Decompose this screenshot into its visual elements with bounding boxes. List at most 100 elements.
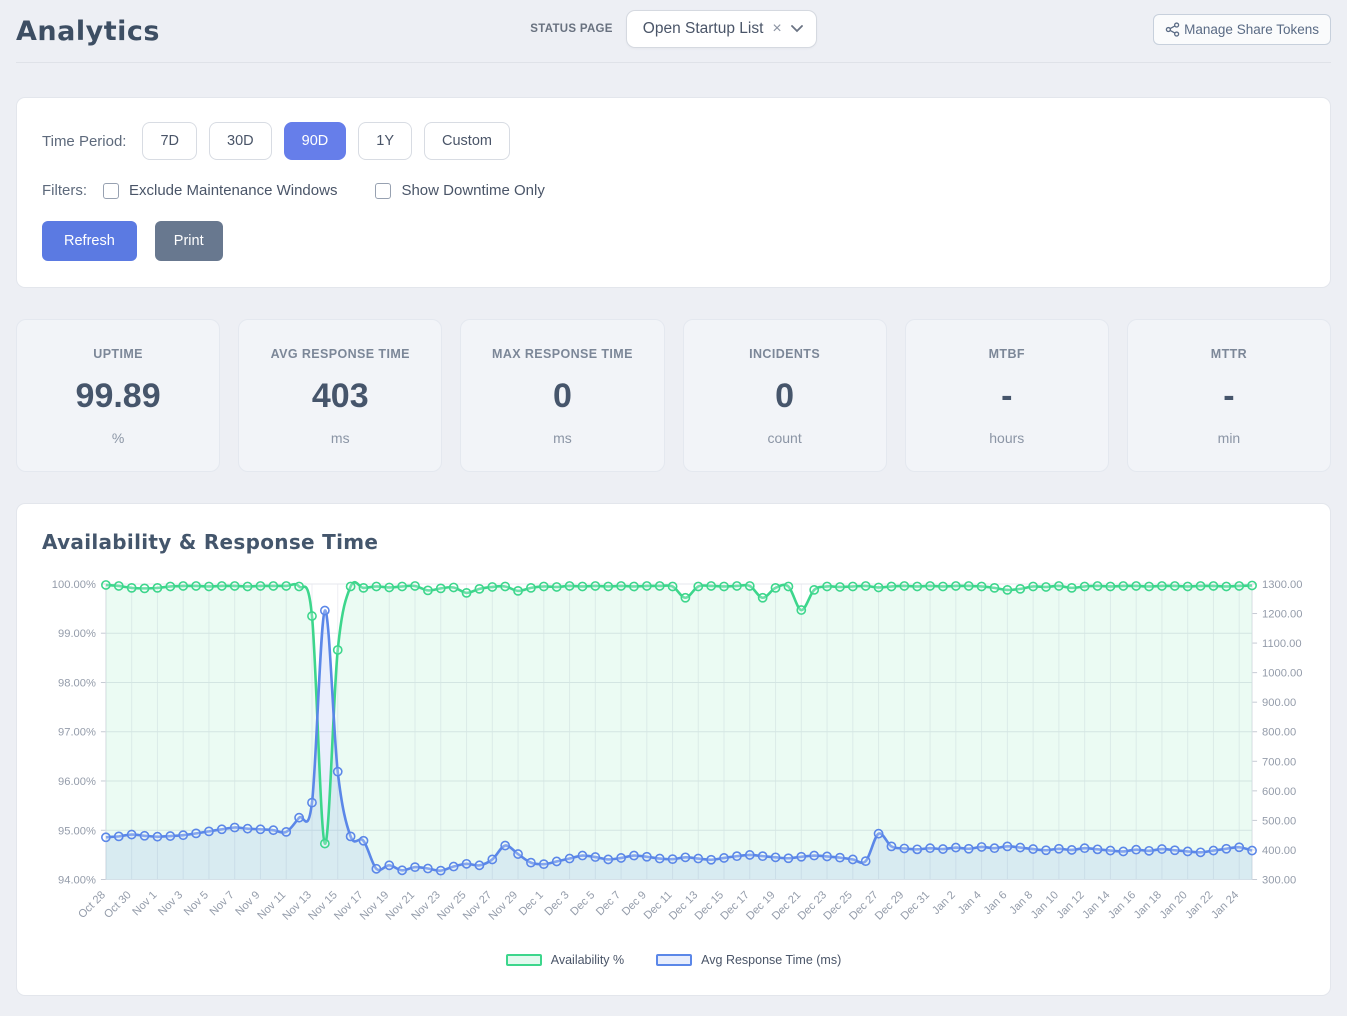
svg-text:700.00: 700.00 bbox=[1262, 756, 1296, 768]
svg-text:900.00: 900.00 bbox=[1262, 697, 1296, 709]
svg-text:1200.00: 1200.00 bbox=[1262, 609, 1302, 621]
svg-text:Jan 10: Jan 10 bbox=[1029, 889, 1061, 921]
exclude-maintenance-checkbox[interactable] bbox=[103, 183, 119, 199]
svg-text:400.00: 400.00 bbox=[1262, 845, 1296, 857]
svg-text:95.00%: 95.00% bbox=[58, 825, 96, 837]
svg-text:Dec 1: Dec 1 bbox=[517, 889, 546, 918]
chart-legend: Availability % Avg Response Time (ms) bbox=[42, 951, 1305, 971]
svg-text:Jan 16: Jan 16 bbox=[1106, 889, 1138, 921]
svg-text:600.00: 600.00 bbox=[1262, 786, 1296, 798]
actions-row: Refresh Print bbox=[42, 221, 1305, 261]
stat-label: AVG RESPONSE TIME bbox=[247, 347, 433, 361]
stat-label: MTTR bbox=[1136, 347, 1322, 361]
analytics-page: Analytics STATUS PAGE Open Startup List … bbox=[0, 0, 1347, 1016]
clear-selection-icon[interactable]: × bbox=[772, 21, 781, 37]
svg-text:Nov 5: Nov 5 bbox=[182, 889, 211, 918]
svg-text:500.00: 500.00 bbox=[1262, 815, 1296, 827]
svg-text:Oct 28: Oct 28 bbox=[76, 889, 108, 921]
status-page-select[interactable]: Open Startup List × bbox=[626, 10, 817, 48]
stat-card-avg-response-time: AVG RESPONSE TIME 403 ms bbox=[238, 319, 442, 472]
time-period-button-90d[interactable]: 90D bbox=[284, 122, 347, 160]
svg-text:1100.00: 1100.00 bbox=[1262, 638, 1302, 650]
header-right: Manage Share Tokens bbox=[817, 14, 1331, 45]
svg-text:97.00%: 97.00% bbox=[58, 727, 96, 739]
stats-row: UPTIME 99.89 % AVG RESPONSE TIME 403 ms … bbox=[16, 319, 1331, 472]
svg-text:94.00%: 94.00% bbox=[58, 874, 96, 886]
exclude-maintenance-label: Exclude Maintenance Windows bbox=[129, 182, 337, 199]
refresh-button[interactable]: Refresh bbox=[42, 221, 137, 261]
svg-text:96.00%: 96.00% bbox=[58, 776, 96, 788]
time-period-button-custom[interactable]: Custom bbox=[424, 122, 510, 160]
share-icon bbox=[1165, 22, 1180, 37]
time-period-button-30d[interactable]: 30D bbox=[209, 122, 272, 160]
svg-text:1300.00: 1300.00 bbox=[1262, 579, 1302, 591]
time-period-button-1y[interactable]: 1Y bbox=[358, 122, 412, 160]
stat-value: - bbox=[1136, 377, 1322, 416]
stat-label: MAX RESPONSE TIME bbox=[469, 347, 655, 361]
svg-text:Nov 29: Nov 29 bbox=[487, 889, 521, 923]
show-downtime-label: Show Downtime Only bbox=[401, 182, 544, 199]
stat-unit: hours bbox=[914, 430, 1100, 446]
show-downtime-group: Show Downtime Only bbox=[375, 182, 544, 199]
stat-card-uptime: UPTIME 99.89 % bbox=[16, 319, 220, 472]
svg-text:100.00%: 100.00% bbox=[52, 579, 96, 591]
stat-value: 0 bbox=[469, 377, 655, 416]
svg-text:Dec 3: Dec 3 bbox=[543, 889, 572, 918]
svg-text:1000.00: 1000.00 bbox=[1262, 668, 1302, 680]
header-divider bbox=[16, 62, 1331, 63]
svg-text:300.00: 300.00 bbox=[1262, 874, 1296, 886]
filters-label: Filters: bbox=[42, 182, 87, 199]
svg-text:Dec 31: Dec 31 bbox=[899, 889, 933, 923]
time-period-button-7d[interactable]: 7D bbox=[142, 122, 197, 160]
show-downtime-checkbox[interactable] bbox=[375, 183, 391, 199]
svg-text:98.00%: 98.00% bbox=[58, 678, 96, 690]
svg-text:Dec 7: Dec 7 bbox=[594, 889, 623, 918]
svg-text:Nov 3: Nov 3 bbox=[156, 889, 185, 918]
stat-value: 99.89 bbox=[25, 377, 211, 416]
svg-text:Nov 7: Nov 7 bbox=[208, 889, 237, 918]
status-page-label: STATUS PAGE bbox=[530, 23, 613, 35]
svg-text:Jan 2: Jan 2 bbox=[930, 889, 958, 917]
exclude-maintenance-group: Exclude Maintenance Windows bbox=[103, 182, 337, 199]
stat-label: UPTIME bbox=[25, 347, 211, 361]
stat-unit: ms bbox=[469, 430, 655, 446]
svg-text:Jan 6: Jan 6 bbox=[982, 889, 1010, 917]
svg-text:99.00%: 99.00% bbox=[58, 628, 96, 640]
svg-text:Jan 20: Jan 20 bbox=[1158, 889, 1190, 921]
filters-row: Filters: Exclude Maintenance Windows Sho… bbox=[42, 182, 1305, 199]
stat-value: 0 bbox=[692, 377, 878, 416]
manage-share-tokens-label: Manage Share Tokens bbox=[1184, 22, 1319, 37]
legend-label-availability: Availability % bbox=[551, 953, 624, 967]
stat-card-mttr: MTTR - min bbox=[1127, 319, 1331, 472]
legend-swatch-availability[interactable] bbox=[506, 954, 542, 966]
svg-text:Jan 22: Jan 22 bbox=[1183, 889, 1215, 921]
manage-share-tokens-button[interactable]: Manage Share Tokens bbox=[1153, 14, 1331, 45]
svg-text:Jan 18: Jan 18 bbox=[1132, 889, 1164, 921]
stat-card-max-response-time: MAX RESPONSE TIME 0 ms bbox=[460, 319, 664, 472]
stat-unit: count bbox=[692, 430, 878, 446]
stat-unit: min bbox=[1136, 430, 1322, 446]
stat-value: - bbox=[914, 377, 1100, 416]
page-title: Analytics bbox=[16, 16, 530, 47]
svg-text:Jan 14: Jan 14 bbox=[1080, 889, 1112, 921]
stat-label: INCIDENTS bbox=[692, 347, 878, 361]
chart-panel: Availability & Response Time 100.00% 99.0… bbox=[16, 503, 1331, 996]
legend-swatch-response-time[interactable] bbox=[656, 954, 692, 966]
svg-text:Jan 24: Jan 24 bbox=[1209, 889, 1241, 921]
stat-card-incidents: INCIDENTS 0 count bbox=[683, 319, 887, 472]
stat-value: 403 bbox=[247, 377, 433, 416]
chart-title: Availability & Response Time bbox=[42, 530, 1305, 554]
header: Analytics STATUS PAGE Open Startup List … bbox=[16, 0, 1331, 60]
svg-text:Nov 1: Nov 1 bbox=[130, 889, 159, 918]
stat-label: MTBF bbox=[914, 347, 1100, 361]
status-page-group: STATUS PAGE Open Startup List × bbox=[530, 10, 817, 48]
svg-text:Dec 5: Dec 5 bbox=[568, 889, 597, 918]
stat-unit: ms bbox=[247, 430, 433, 446]
stat-card-mtbf: MTBF - hours bbox=[905, 319, 1109, 472]
svg-text:Jan 4: Jan 4 bbox=[956, 889, 984, 917]
time-period-label: Time Period: bbox=[42, 133, 126, 150]
svg-text:Jan 12: Jan 12 bbox=[1055, 889, 1087, 921]
chevron-down-icon bbox=[791, 25, 803, 33]
time-period-row: Time Period: 7D 30D 90D 1Y Custom bbox=[42, 122, 1305, 160]
print-button[interactable]: Print bbox=[155, 221, 223, 261]
